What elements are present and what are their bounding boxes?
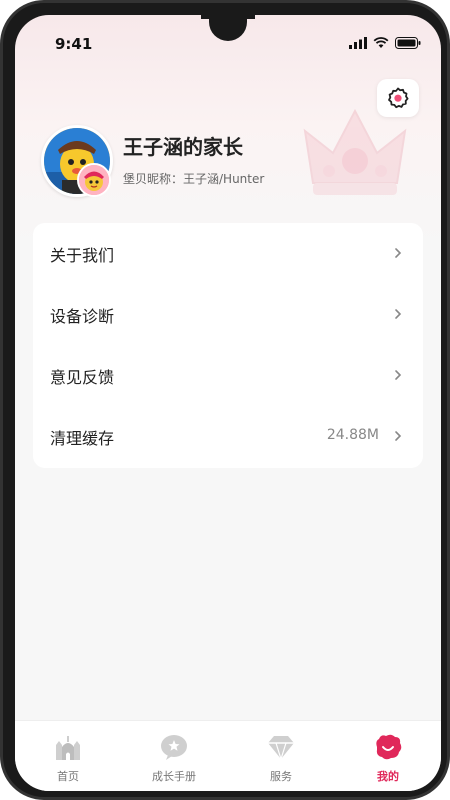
bottom-tab-bar: 首页 成长手册 服务 我的 <box>15 720 441 791</box>
signal-icon <box>349 37 367 49</box>
tab-label: 服务 <box>270 770 292 783</box>
tab-label: 我的 <box>377 770 399 783</box>
tab-mine[interactable]: 我的 <box>335 721 441 791</box>
menu-item-label: 清理缓存 <box>50 429 115 448</box>
menu-item-feedback[interactable]: 意见反馈 <box>33 345 423 405</box>
tab-home[interactable]: 首页 <box>15 721 121 791</box>
menu-item-label: 关于我们 <box>50 246 115 265</box>
notch <box>209 15 247 41</box>
menu-item-label: 设备诊断 <box>50 307 115 326</box>
child-face-icon <box>79 165 109 195</box>
menu-item-clear-cache[interactable]: 清理缓存 24.88M <box>33 406 423 466</box>
battery-icon <box>395 37 421 49</box>
settings-button[interactable] <box>377 79 419 117</box>
smiley-icon <box>376 734 402 760</box>
tab-label: 首页 <box>57 770 79 783</box>
tab-services[interactable]: 服务 <box>228 721 334 791</box>
phone-frame: 9:41 王子涵的家长 堡贝昵称：王子涵/Hunter 关于我们 设备诊断 意见… <box>0 0 450 800</box>
chevron-right-icon <box>395 431 402 441</box>
cache-size: 24.88M <box>326 427 379 443</box>
chevron-right-icon <box>395 309 402 319</box>
screen: 9:41 王子涵的家长 堡贝昵称：王子涵/Hunter 关于我们 设备诊断 意见… <box>15 15 441 791</box>
chevron-right-icon <box>395 248 402 258</box>
menu-item-about[interactable]: 关于我们 <box>33 223 423 283</box>
tab-label: 成长手册 <box>152 770 196 783</box>
gear-icon <box>388 87 409 109</box>
tab-growth-handbook[interactable]: 成长手册 <box>121 721 227 791</box>
status-icons <box>349 36 421 50</box>
child-avatar[interactable] <box>77 163 111 197</box>
settings-menu: 关于我们 设备诊断 意见反馈 清理缓存 24.88M <box>33 223 423 468</box>
parent-name: 王子涵的家长 <box>123 135 243 159</box>
status-time: 9:41 <box>55 35 93 53</box>
castle-icon <box>56 736 80 760</box>
child-nickname: 堡贝昵称：王子涵/Hunter <box>123 172 265 186</box>
diamond-icon <box>268 736 294 761</box>
menu-item-device-diagnosis[interactable]: 设备诊断 <box>33 284 423 344</box>
wifi-icon <box>373 37 389 48</box>
menu-item-label: 意见反馈 <box>50 368 115 387</box>
chevron-right-icon <box>395 370 402 380</box>
handbook-icon <box>161 735 187 760</box>
